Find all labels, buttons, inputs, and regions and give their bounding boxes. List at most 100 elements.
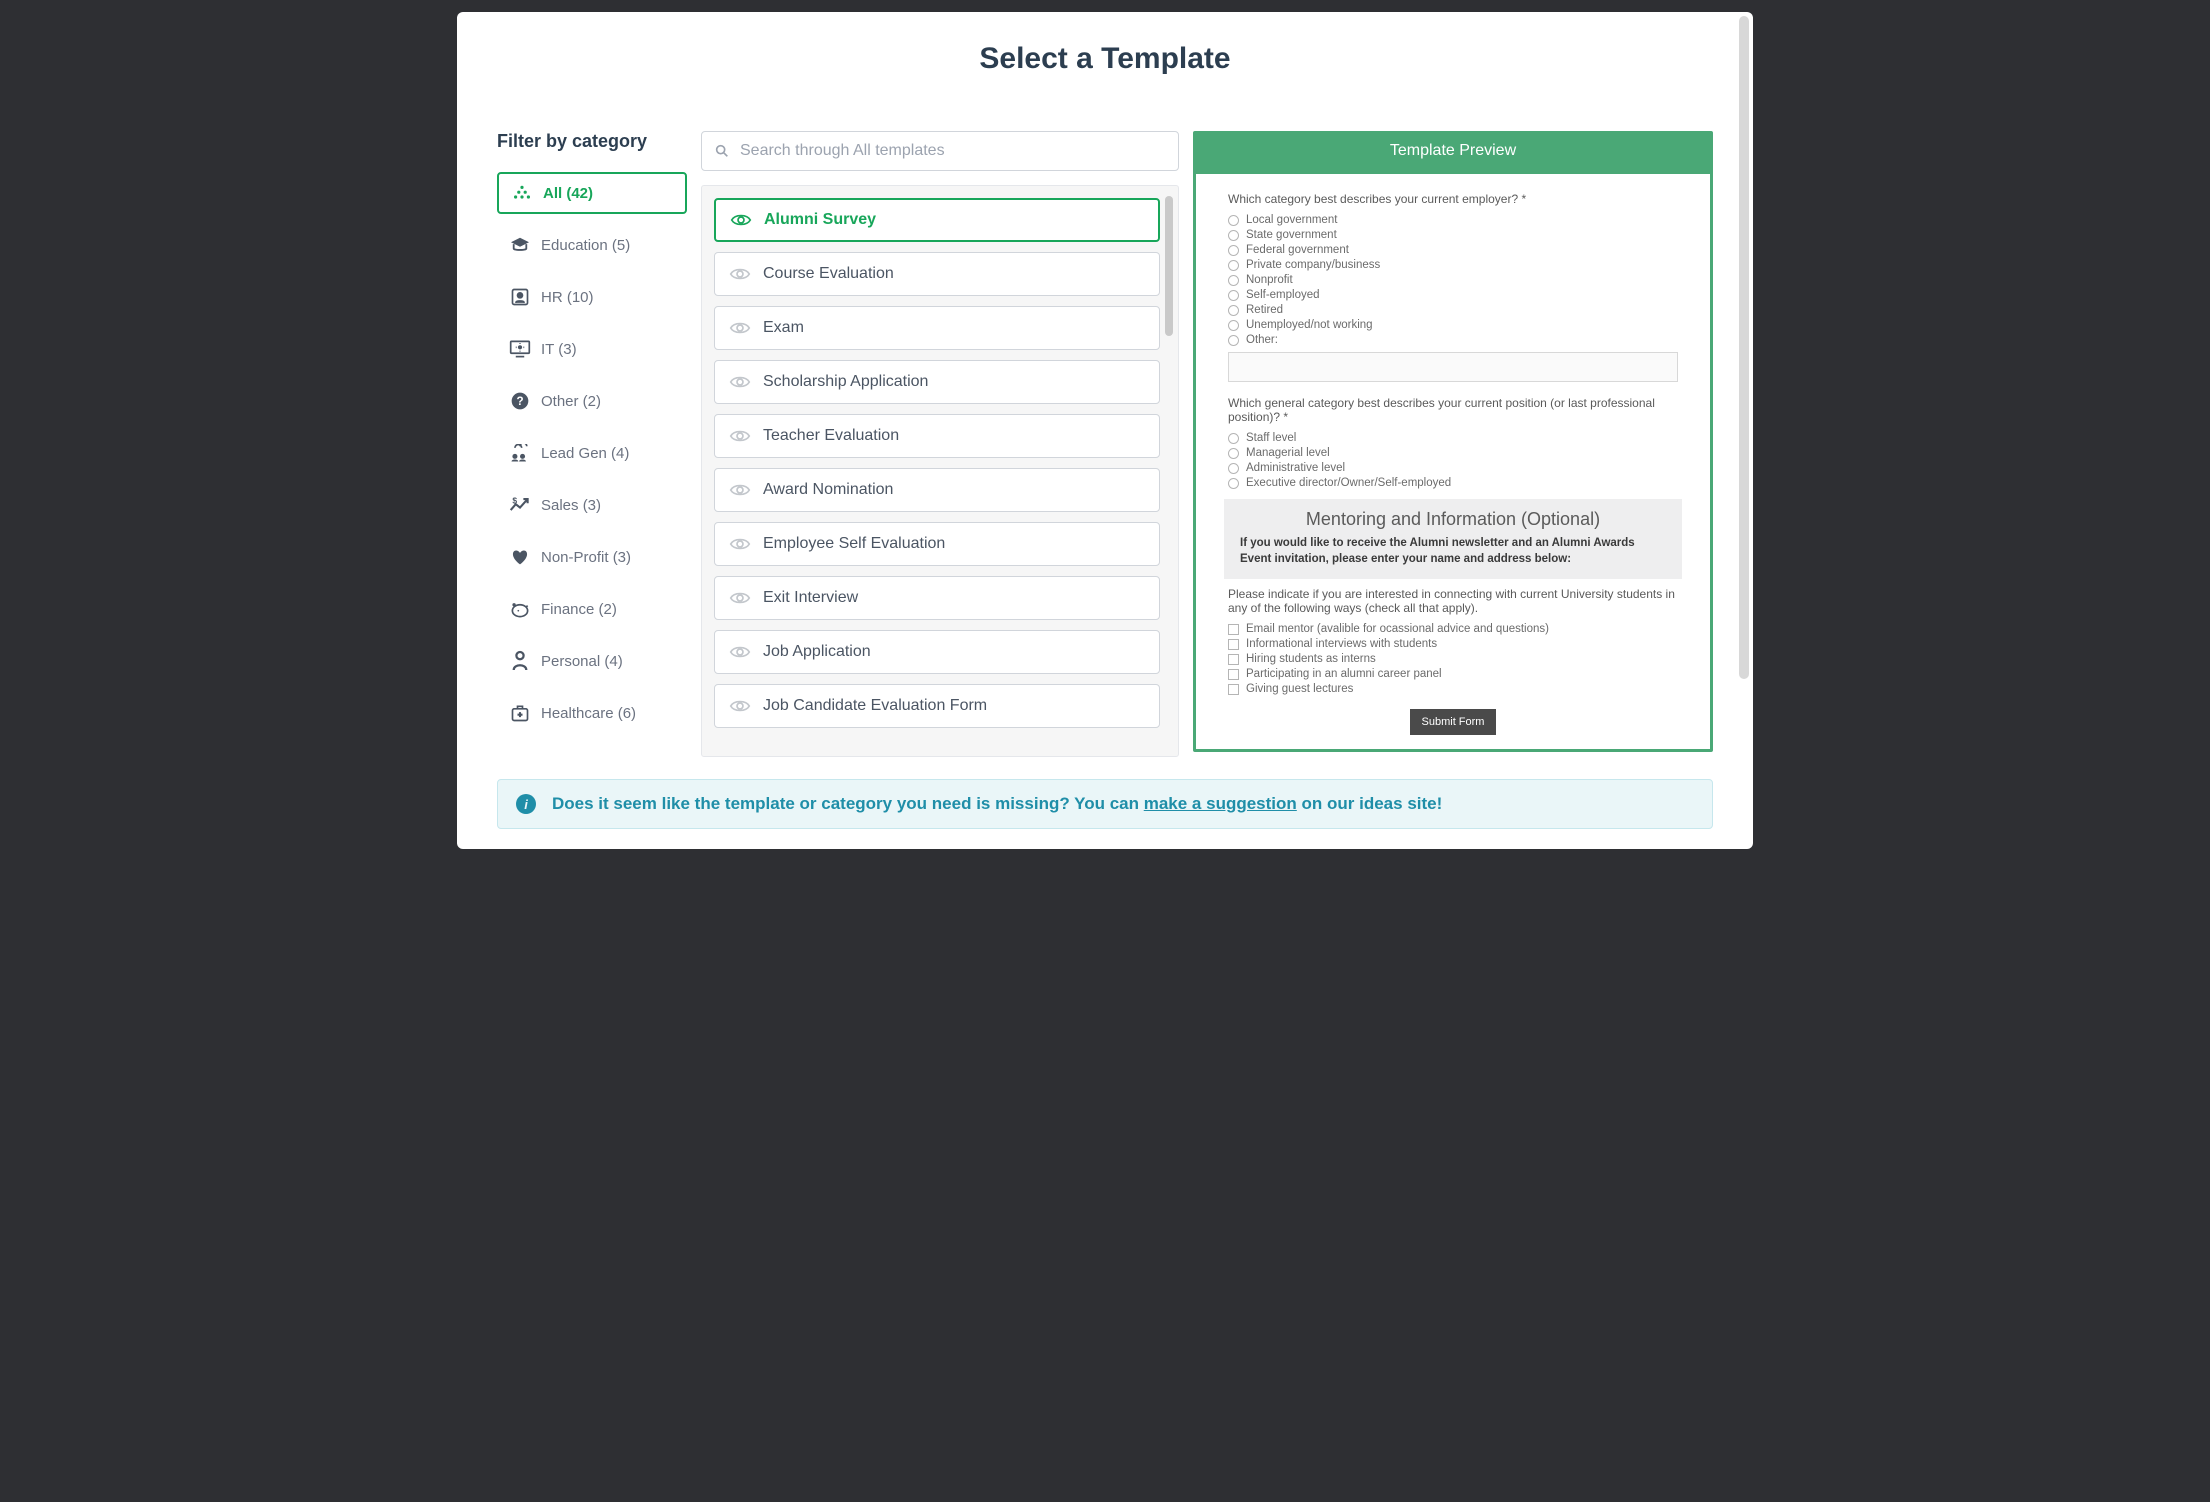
category-item-leadgen[interactable]: Lead Gen (4) [497, 432, 687, 474]
preview-mentor-title: Mentoring and Information (Optional) [1240, 509, 1666, 530]
preview-radio-option[interactable]: Nonprofit [1228, 274, 1678, 286]
category-item-hr[interactable]: HR (10) [497, 276, 687, 318]
category-label: All (42) [543, 185, 593, 202]
svg-text:?: ? [516, 395, 523, 408]
radio-icon [1228, 290, 1239, 301]
preview-mentor-section: Mentoring and Information (Optional) If … [1224, 499, 1682, 579]
preview-eye-icon[interactable] [729, 428, 751, 444]
preview-radio-option[interactable]: Retired [1228, 304, 1678, 316]
preview-radio-option[interactable]: Other: [1228, 334, 1678, 346]
healthcare-icon [509, 703, 531, 723]
radio-icon [1228, 275, 1239, 286]
category-item-other[interactable]: ? Other (2) [497, 380, 687, 422]
checkbox-icon [1228, 639, 1239, 650]
template-preview-panel: Template Preview Which category best des… [1193, 131, 1713, 752]
preview-checkbox-option[interactable]: Participating in an alumni career panel [1228, 668, 1678, 680]
preview-radio-option[interactable]: Self-employed [1228, 289, 1678, 301]
preview-eye-icon[interactable] [729, 266, 751, 282]
preview-q1-label: Which category best describes your curre… [1228, 192, 1678, 206]
category-item-healthcare[interactable]: Healthcare (6) [497, 692, 687, 734]
template-item[interactable]: Alumni Survey [714, 198, 1160, 242]
radio-icon [1228, 230, 1239, 241]
preview-checkbox-option[interactable]: Giving guest lectures [1228, 683, 1678, 695]
search-input[interactable] [740, 142, 1166, 160]
preview-radio-option[interactable]: Private company/business [1228, 259, 1678, 271]
preview-submit-button[interactable]: Submit Form [1410, 709, 1497, 735]
category-label: IT (3) [541, 341, 577, 358]
template-item[interactable]: Job Candidate Evaluation Form [714, 684, 1160, 728]
checkbox-icon [1228, 669, 1239, 680]
category-item-it[interactable]: IT (3) [497, 328, 687, 370]
category-item-education[interactable]: Education (5) [497, 224, 687, 266]
preview-other-text-input[interactable] [1228, 352, 1678, 382]
template-item[interactable]: Job Application [714, 630, 1160, 674]
template-item[interactable]: Teacher Evaluation [714, 414, 1160, 458]
search-box[interactable] [701, 131, 1179, 171]
template-label: Employee Self Evaluation [763, 535, 945, 553]
preview-eye-icon[interactable] [729, 644, 751, 660]
category-item-personal[interactable]: Personal (4) [497, 640, 687, 682]
preview-checkbox-option[interactable]: Hiring students as interns [1228, 653, 1678, 665]
template-item[interactable]: Employee Self Evaluation [714, 522, 1160, 566]
other-icon: ? [509, 391, 531, 411]
suggestion-text: Does it seem like the template or catego… [552, 794, 1442, 814]
preview-eye-icon[interactable] [729, 482, 751, 498]
page-title: Select a Template [497, 42, 1713, 76]
sidebar-heading: Filter by category [497, 131, 687, 152]
preview-radio-option[interactable]: Local government [1228, 214, 1678, 226]
preview-radio-option[interactable]: Unemployed/not working [1228, 319, 1678, 331]
template-label: Job Application [763, 643, 871, 661]
preview-eye-icon[interactable] [729, 590, 751, 606]
category-item-finance[interactable]: Finance (2) [497, 588, 687, 630]
category-item-nonprofit[interactable]: Non-Profit (3) [497, 536, 687, 578]
preview-radio-option[interactable]: State government [1228, 229, 1678, 241]
template-item[interactable]: Award Nomination [714, 468, 1160, 512]
category-label: HR (10) [541, 289, 594, 306]
preview-eye-icon[interactable] [729, 698, 751, 714]
svg-text:$: $ [512, 496, 517, 505]
preview-checkbox-option[interactable]: Email mentor (avalible for ocassional ad… [1228, 623, 1678, 635]
template-item[interactable]: Exam [714, 306, 1160, 350]
preview-header: Template Preview [1196, 134, 1710, 174]
preview-radio-option[interactable]: Administrative level [1228, 462, 1678, 474]
search-icon [714, 143, 730, 159]
preview-mentor-prompt: Please indicate if you are interested in… [1228, 587, 1678, 615]
category-label: Education (5) [541, 237, 630, 254]
suggestion-banner: i Does it seem like the template or cate… [497, 779, 1713, 829]
template-label: Exit Interview [763, 589, 858, 607]
category-label: Lead Gen (4) [541, 445, 629, 462]
radio-icon [1228, 448, 1239, 459]
category-item-all[interactable]: All (42) [497, 172, 687, 214]
category-item-sales[interactable]: $Sales (3) [497, 484, 687, 526]
preview-radio-option[interactable]: Federal government [1228, 244, 1678, 256]
category-sidebar: Filter by category All (42) Education (5)… [497, 131, 687, 744]
preview-eye-icon[interactable] [730, 212, 752, 228]
category-label: Personal (4) [541, 653, 623, 670]
preview-mentor-sub: If you would like to receive the Alumni … [1240, 536, 1666, 567]
checkbox-icon [1228, 684, 1239, 695]
preview-checkbox-option[interactable]: Informational interviews with students [1228, 638, 1678, 650]
template-label: Job Candidate Evaluation Form [763, 697, 987, 715]
preview-radio-option[interactable]: Executive director/Owner/Self-employed [1228, 477, 1678, 489]
preview-eye-icon[interactable] [729, 374, 751, 390]
template-item[interactable]: Exit Interview [714, 576, 1160, 620]
make-suggestion-link[interactable]: make a suggestion [1144, 794, 1297, 813]
preview-eye-icon[interactable] [729, 536, 751, 552]
radio-icon [1228, 215, 1239, 226]
category-label: Finance (2) [541, 601, 617, 618]
radio-icon [1228, 478, 1239, 489]
preview-radio-option[interactable]: Staff level [1228, 432, 1678, 444]
template-item[interactable]: Course Evaluation [714, 252, 1160, 296]
preview-eye-icon[interactable] [729, 320, 751, 336]
template-list-scrollbar[interactable] [1165, 196, 1173, 336]
preview-radio-option[interactable]: Managerial level [1228, 447, 1678, 459]
template-item[interactable]: Scholarship Application [714, 360, 1160, 404]
radio-icon [1228, 320, 1239, 331]
modal-scrollbar-thumb[interactable] [1739, 16, 1749, 679]
radio-icon [1228, 463, 1239, 474]
info-icon: i [516, 794, 536, 814]
modal-scrollbar[interactable] [1739, 16, 1749, 845]
category-label: Other (2) [541, 393, 601, 410]
template-label: Award Nomination [763, 481, 893, 499]
template-list: Alumni Survey Course Evaluation Exam Schola… [701, 185, 1179, 757]
